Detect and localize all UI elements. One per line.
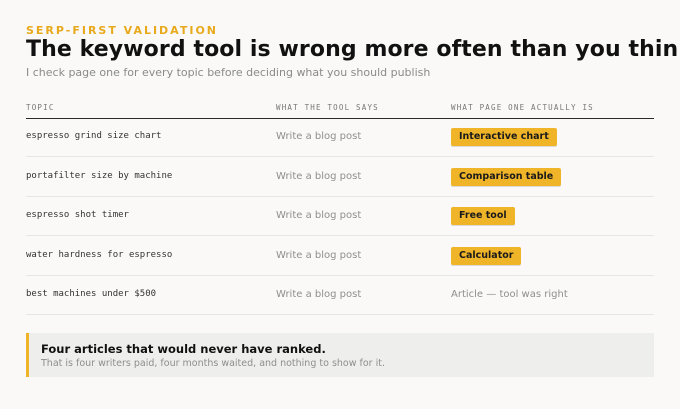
eyebrow-label: SERP-FIRST VALIDATION (26, 24, 218, 37)
page-title: The keyword tool is wrong more often tha… (26, 37, 680, 62)
tool-suggestion-cell: Write a blog post (276, 250, 362, 261)
table-row: portafilter size by machine Write a blog… (26, 157, 654, 197)
tool-suggestion-cell: Write a blog post (276, 210, 362, 221)
summary-callout: Four articles that would never have rank… (26, 333, 654, 377)
table-row: espresso grind size chart Write a blog p… (26, 117, 654, 157)
topic-cell: water hardness for espresso (26, 250, 173, 260)
result-badge: Interactive chart (451, 127, 557, 146)
result-badge: Free tool (451, 206, 515, 225)
tool-suggestion-cell: Write a blog post (276, 171, 362, 182)
actual-result-cell: Comparison table (451, 157, 562, 196)
topic-cell: best machines under $500 (26, 289, 157, 299)
actual-result-cell: Article — tool was right (451, 275, 568, 314)
result-badge: Calculator (451, 246, 522, 265)
table-row: water hardness for espresso Write a blog… (26, 236, 654, 276)
page-subtitle: I check page one for every topic before … (26, 66, 431, 79)
actual-result-cell: Interactive chart (451, 117, 557, 156)
table-row: espresso shot timer Write a blog post Fr… (26, 196, 654, 236)
callout-title: Four articles that would never have rank… (41, 342, 326, 356)
table-row: best machines under $500 Write a blog po… (26, 275, 654, 315)
column-header-actual: WHAT PAGE ONE ACTUALLY IS (451, 103, 594, 112)
actual-result-cell: Calculator (451, 236, 522, 275)
tool-suggestion-cell: Write a blog post (276, 289, 362, 300)
tool-suggestion-cell: Write a blog post (276, 131, 362, 142)
actual-result-cell: Free tool (451, 196, 515, 235)
topic-cell: espresso shot timer (26, 210, 129, 220)
column-header-tool: WHAT THE TOOL SAYS (276, 103, 379, 112)
topic-cell: espresso grind size chart (26, 131, 162, 141)
topic-cell: portafilter size by machine (26, 171, 173, 181)
column-header-topic: TOPIC (26, 103, 55, 112)
result-text: Article — tool was right (451, 289, 568, 300)
callout-text: That is four writers paid, four months w… (41, 358, 385, 369)
result-badge: Comparison table (451, 167, 562, 186)
